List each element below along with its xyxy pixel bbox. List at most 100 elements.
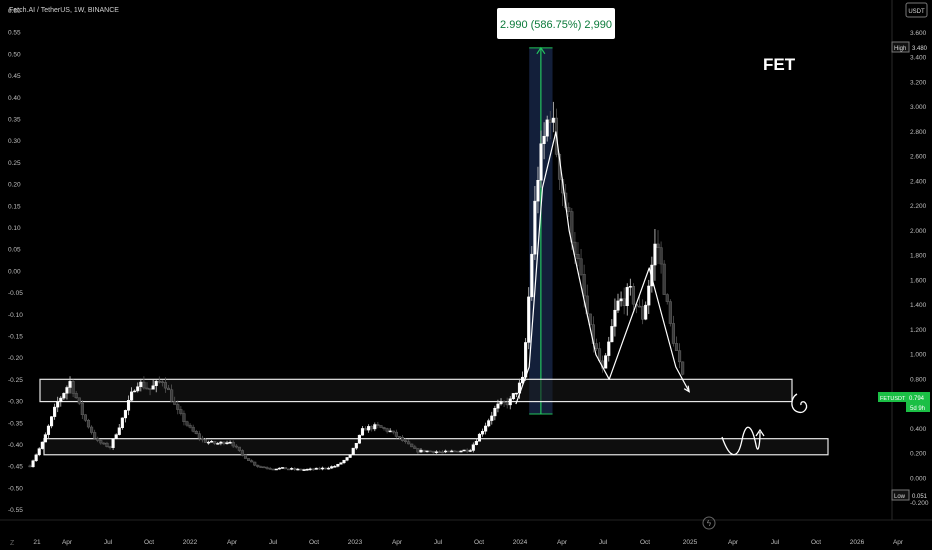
right-axis-tick: 3.600	[910, 30, 927, 37]
right-axis-tick: 0.800	[910, 376, 927, 383]
time-axis-tick: Jul	[104, 539, 113, 546]
candle-body	[656, 243, 660, 248]
candle-body	[111, 438, 115, 448]
right-axis-tick: 1.000	[910, 352, 927, 359]
candle-body	[179, 409, 183, 414]
candle-body	[160, 381, 164, 383]
candle-body	[487, 420, 491, 427]
left-axis-tick: 0.40	[8, 95, 21, 102]
candle-body	[77, 397, 81, 404]
candle-body	[502, 401, 506, 404]
candle-body	[579, 258, 583, 275]
candle-body	[74, 393, 78, 399]
candle-body	[170, 389, 174, 402]
low-label: Low	[894, 494, 906, 500]
candle-body	[419, 449, 423, 453]
left-axis-tick: 0.05	[8, 247, 21, 254]
candle-body	[136, 386, 140, 392]
candle-body	[157, 380, 161, 383]
candle-body	[234, 445, 238, 448]
candle-body	[216, 443, 220, 445]
candle-body	[123, 410, 127, 419]
candle-body	[305, 469, 309, 471]
candle-body	[120, 417, 124, 429]
measure-range-layer	[529, 46, 553, 415]
symbol-title: Fetch.AI / TetherUS, 1W, BINANCE	[9, 7, 119, 14]
countdown: 5d 9h	[910, 406, 925, 412]
candle-body	[86, 419, 91, 428]
candle-body	[397, 436, 401, 438]
candle-body	[274, 468, 278, 471]
candle-body	[404, 440, 408, 442]
candle-body	[197, 433, 201, 439]
left-axis-tick: 0.60	[8, 8, 21, 15]
price-chart[interactable]: Fetch.AI / TetherUS, 1W, BINANCE FET 2.9…	[0, 0, 932, 550]
candle-body	[637, 305, 642, 308]
candle-body	[379, 425, 383, 428]
left-axis-tick: -0.20	[8, 355, 23, 362]
candle-body	[385, 428, 389, 432]
right-axis-tick: 2.000	[910, 228, 927, 235]
candle-body	[394, 431, 398, 437]
candle-body	[296, 468, 300, 471]
time-axis-tick: Apr	[62, 539, 73, 546]
right-axis-tick: -0.200	[910, 500, 929, 507]
candle-body	[210, 441, 214, 443]
candle-body	[659, 247, 663, 265]
candle-body	[65, 387, 69, 394]
left-axis-tick: 0.00	[8, 268, 21, 275]
candle-body	[641, 306, 645, 320]
candle-body	[613, 309, 617, 327]
candle-body	[576, 254, 580, 260]
candle-body	[533, 200, 537, 255]
left-axis-tick: 0.15	[8, 203, 21, 210]
candle-body	[93, 432, 97, 439]
left-axis-tick: -0.25	[8, 377, 23, 384]
candle-body	[360, 428, 365, 436]
time-axis-tick: Oct	[144, 539, 154, 546]
time-axis-tick: Apr	[893, 539, 904, 546]
time-axis-tick: Apr	[728, 539, 739, 546]
candle-body	[496, 403, 500, 409]
candle-body	[671, 323, 675, 344]
left-axis-tick: -0.15	[8, 334, 23, 341]
candle-body	[271, 468, 275, 471]
candle-body	[493, 407, 497, 417]
candle-body	[511, 393, 515, 400]
candle-body	[90, 426, 94, 433]
candle-body	[499, 401, 503, 405]
candle-body	[299, 468, 303, 471]
candle-body	[133, 390, 137, 393]
candle-body	[163, 382, 168, 389]
candle-body	[49, 416, 54, 427]
candle-body	[154, 380, 158, 386]
time-axis-tick: Jul	[771, 539, 780, 546]
left-axis-tick: -0.50	[8, 485, 23, 492]
candle-body	[514, 392, 518, 395]
candle-body	[265, 467, 269, 469]
high-value: 3.480	[912, 46, 928, 52]
candle-body	[290, 468, 294, 470]
candle-body	[182, 413, 186, 422]
candle-body	[283, 467, 288, 470]
left-axis-tick: 0.35	[8, 117, 21, 124]
candle-body	[647, 285, 651, 306]
candle-body	[219, 441, 223, 444]
candle-body	[468, 450, 472, 452]
candle-body	[83, 414, 87, 421]
candle-body	[342, 459, 346, 464]
candle-body	[330, 466, 334, 469]
candle-body	[619, 298, 623, 302]
last-symbol: FETUSDT	[880, 396, 906, 402]
candle-body	[68, 381, 72, 388]
z-icon[interactable]: Z	[10, 540, 15, 547]
time-axis-tick: Oct	[309, 539, 319, 546]
candle-body	[480, 431, 485, 435]
candle-body	[548, 119, 552, 123]
candle-body	[336, 464, 340, 467]
candle-body	[345, 457, 349, 461]
candle-body	[524, 342, 528, 378]
candle-body	[139, 381, 143, 387]
candle-body	[314, 467, 318, 470]
candle-body	[416, 448, 420, 453]
